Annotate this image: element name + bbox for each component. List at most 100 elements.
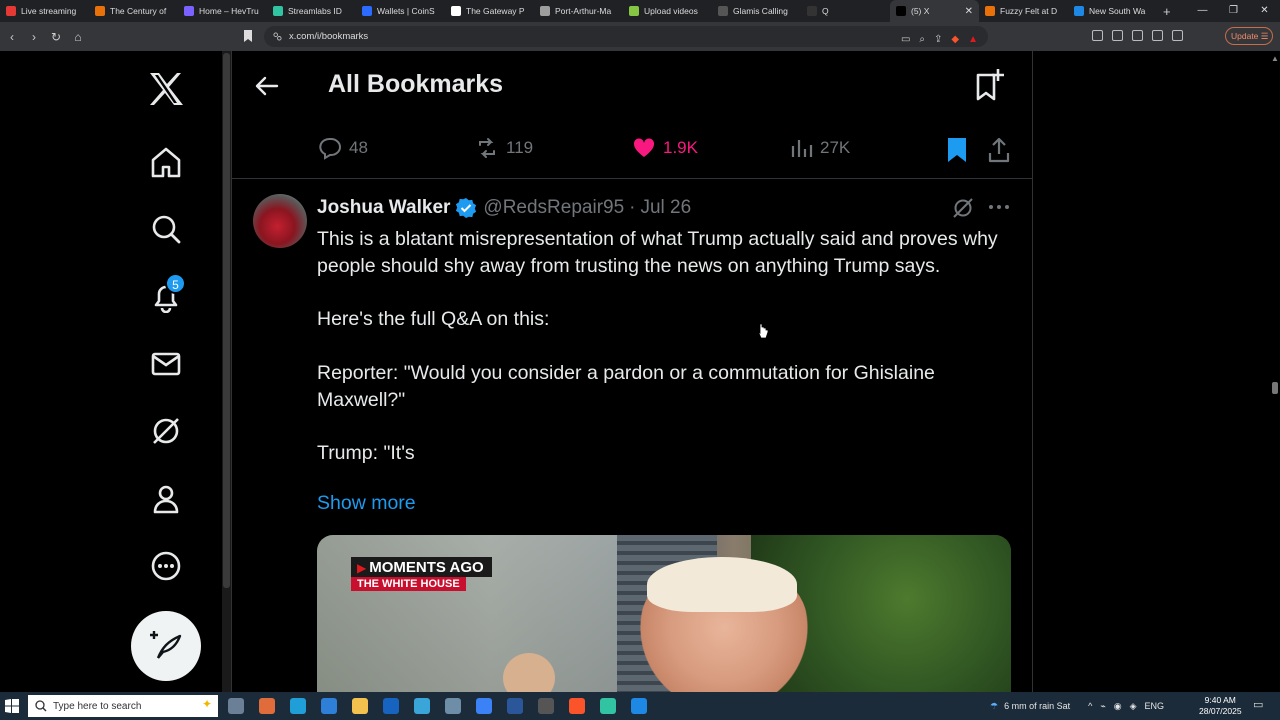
brave-shield-icon[interactable]: ◆	[951, 29, 959, 50]
bookmarks-column: All Bookmarks 48 119 1.9K 27K Joshua Wal…	[231, 51, 1033, 695]
tweet-date[interactable]: Jul 26	[640, 197, 691, 219]
like-button[interactable]: 1.9K	[632, 136, 698, 160]
browser-tab[interactable]: Glamis Calling	[712, 0, 801, 22]
show-more-link[interactable]: Show more	[317, 492, 416, 515]
reply-button[interactable]: 48	[318, 136, 368, 160]
streamlabs-icon[interactable]	[600, 698, 616, 714]
browser-tab[interactable]: Live streaming	[0, 0, 89, 22]
author-name[interactable]: Joshua Walker	[317, 197, 450, 219]
forward-button[interactable]: ›	[24, 30, 44, 44]
mouse-cursor-icon	[757, 323, 769, 339]
author-handle[interactable]: @RedsRepair95	[483, 197, 624, 219]
tab-list: Live streaming The Century of Home – HevTr…	[0, 0, 1157, 22]
vpn-icon[interactable]	[1172, 30, 1183, 41]
network-icon[interactable]: ⌁	[1100, 701, 1105, 712]
browser-tab[interactable]: New South Wa	[1068, 0, 1157, 22]
extensions-icon[interactable]	[1092, 30, 1103, 41]
share-icon[interactable]	[987, 137, 1011, 163]
tab-label: Upload videos	[644, 6, 698, 16]
like-count: 1.9K	[663, 138, 698, 157]
leo-icon[interactable]	[1152, 30, 1163, 41]
repost-button[interactable]: 119	[475, 136, 533, 160]
zoom-icon[interactable]: ⌕	[919, 29, 925, 50]
brave-icon[interactable]	[569, 698, 585, 714]
browser-tab[interactable]: Home – HevTru	[178, 0, 267, 22]
compose-post-button[interactable]	[131, 611, 201, 681]
cast-icon[interactable]: ▭	[901, 29, 910, 50]
reload-button[interactable]: ↻	[46, 30, 66, 44]
back-arrow-icon[interactable]	[254, 73, 280, 99]
update-button[interactable]: Update ☰	[1225, 27, 1273, 45]
notifications-center-icon[interactable]: ▭	[1253, 698, 1263, 711]
microphone-icon[interactable]: ◉	[1114, 701, 1122, 712]
browser-tab[interactable]: Port-Arthur-Ma	[534, 0, 623, 22]
browser-tab[interactable]: Upload videos	[623, 0, 712, 22]
messages-icon[interactable]	[146, 344, 186, 384]
app-icon[interactable]	[445, 698, 461, 714]
close-tab-icon[interactable]: ✕	[965, 6, 973, 17]
nav-scrollbar[interactable]	[222, 51, 231, 692]
weather-text[interactable]: 6 mm of rain Sat	[1004, 701, 1070, 711]
minimize-button[interactable]: —	[1187, 0, 1218, 22]
bookmark-page-icon[interactable]	[243, 30, 253, 42]
home-button[interactable]: ⌂	[68, 30, 88, 44]
task-view-icon[interactable]	[228, 698, 244, 714]
bookmarked-icon[interactable]	[946, 137, 968, 163]
verified-badge-icon[interactable]	[455, 197, 477, 219]
browser-tab[interactable]: Wallets | CoinS	[356, 0, 445, 22]
restore-button[interactable]: ❐	[1218, 0, 1249, 22]
windows-start-icon[interactable]	[5, 699, 19, 713]
browser-icon[interactable]	[414, 698, 430, 714]
browser-tab[interactable]: Streamlabs ID	[267, 0, 356, 22]
browser-tab[interactable]: The Century of	[89, 0, 178, 22]
store-icon[interactable]	[321, 698, 337, 714]
windows-taskbar: Type here to search ✦ ☂ 6 mm of rain Sat…	[0, 692, 1280, 720]
browser-tab[interactable]: The Gateway P	[445, 0, 534, 22]
taskbar-clock[interactable]: 9:40 AM 28/07/2025	[1199, 695, 1242, 717]
wallet-icon[interactable]	[1132, 30, 1143, 41]
brave-rewards-icon[interactable]: ▲	[968, 29, 978, 50]
address-bar[interactable]: x.com/i/bookmarks ▭ ⌕ ⇪ ◆ ▲	[264, 26, 988, 47]
tweet-paragraph: Reporter: "Would you consider a pardon o…	[317, 361, 935, 411]
tab-favicon-icon	[718, 6, 728, 16]
views-button[interactable]: 27K	[789, 136, 850, 160]
close-window-button[interactable]: ✕	[1249, 0, 1280, 22]
grok-icon[interactable]	[146, 411, 186, 451]
more-options-icon[interactable]	[988, 203, 1010, 211]
volume-icon[interactable]: ◈	[1130, 701, 1137, 712]
browser-tab[interactable]: Q	[801, 0, 890, 22]
grok-explain-icon[interactable]	[952, 197, 974, 219]
browser-tab[interactable]: (5) X ✕	[890, 0, 979, 22]
search-icon[interactable]	[146, 209, 186, 249]
more-icon[interactable]	[146, 546, 186, 586]
sidebar-icon[interactable]	[1112, 30, 1123, 41]
site-info-icon[interactable]	[273, 32, 282, 41]
app-icon[interactable]	[476, 698, 492, 714]
tab-favicon-icon	[362, 6, 372, 16]
word-icon[interactable]	[507, 698, 523, 714]
profile-icon[interactable]	[146, 479, 186, 519]
outlook-icon[interactable]	[383, 698, 399, 714]
avatar[interactable]	[253, 194, 307, 248]
home-icon[interactable]	[146, 142, 186, 182]
obs-icon[interactable]	[538, 698, 554, 714]
new-bookmark-folder-icon[interactable]	[974, 67, 1008, 103]
x-logo-icon[interactable]	[146, 69, 186, 109]
edge-icon[interactable]	[290, 698, 306, 714]
language-indicator[interactable]: ENG	[1145, 701, 1165, 711]
tab-favicon-icon	[807, 6, 817, 16]
share-icon[interactable]: ⇪	[934, 29, 942, 50]
clock-time: 9:40 AM	[1204, 695, 1236, 705]
back-button[interactable]: ‹	[2, 30, 22, 44]
moments-ago-badge: ▶ MOMENTS AGO	[351, 557, 492, 577]
tweet-video-thumbnail[interactable]: ▶ MOMENTS AGO THE WHITE HOUSE	[317, 535, 1011, 695]
app-icon[interactable]	[631, 698, 647, 714]
browser-tab[interactable]: Fuzzy Felt at D	[979, 0, 1068, 22]
tray-overflow-icon[interactable]: ^	[1088, 701, 1092, 711]
copilot-icon[interactable]	[259, 698, 275, 714]
page-scrollbar[interactable]: ▲	[1268, 51, 1280, 692]
taskbar-search[interactable]: Type here to search ✦	[28, 695, 218, 717]
file-explorer-icon[interactable]	[352, 698, 368, 714]
new-tab-button[interactable]: +	[1163, 4, 1171, 19]
tab-favicon-icon	[985, 6, 995, 16]
